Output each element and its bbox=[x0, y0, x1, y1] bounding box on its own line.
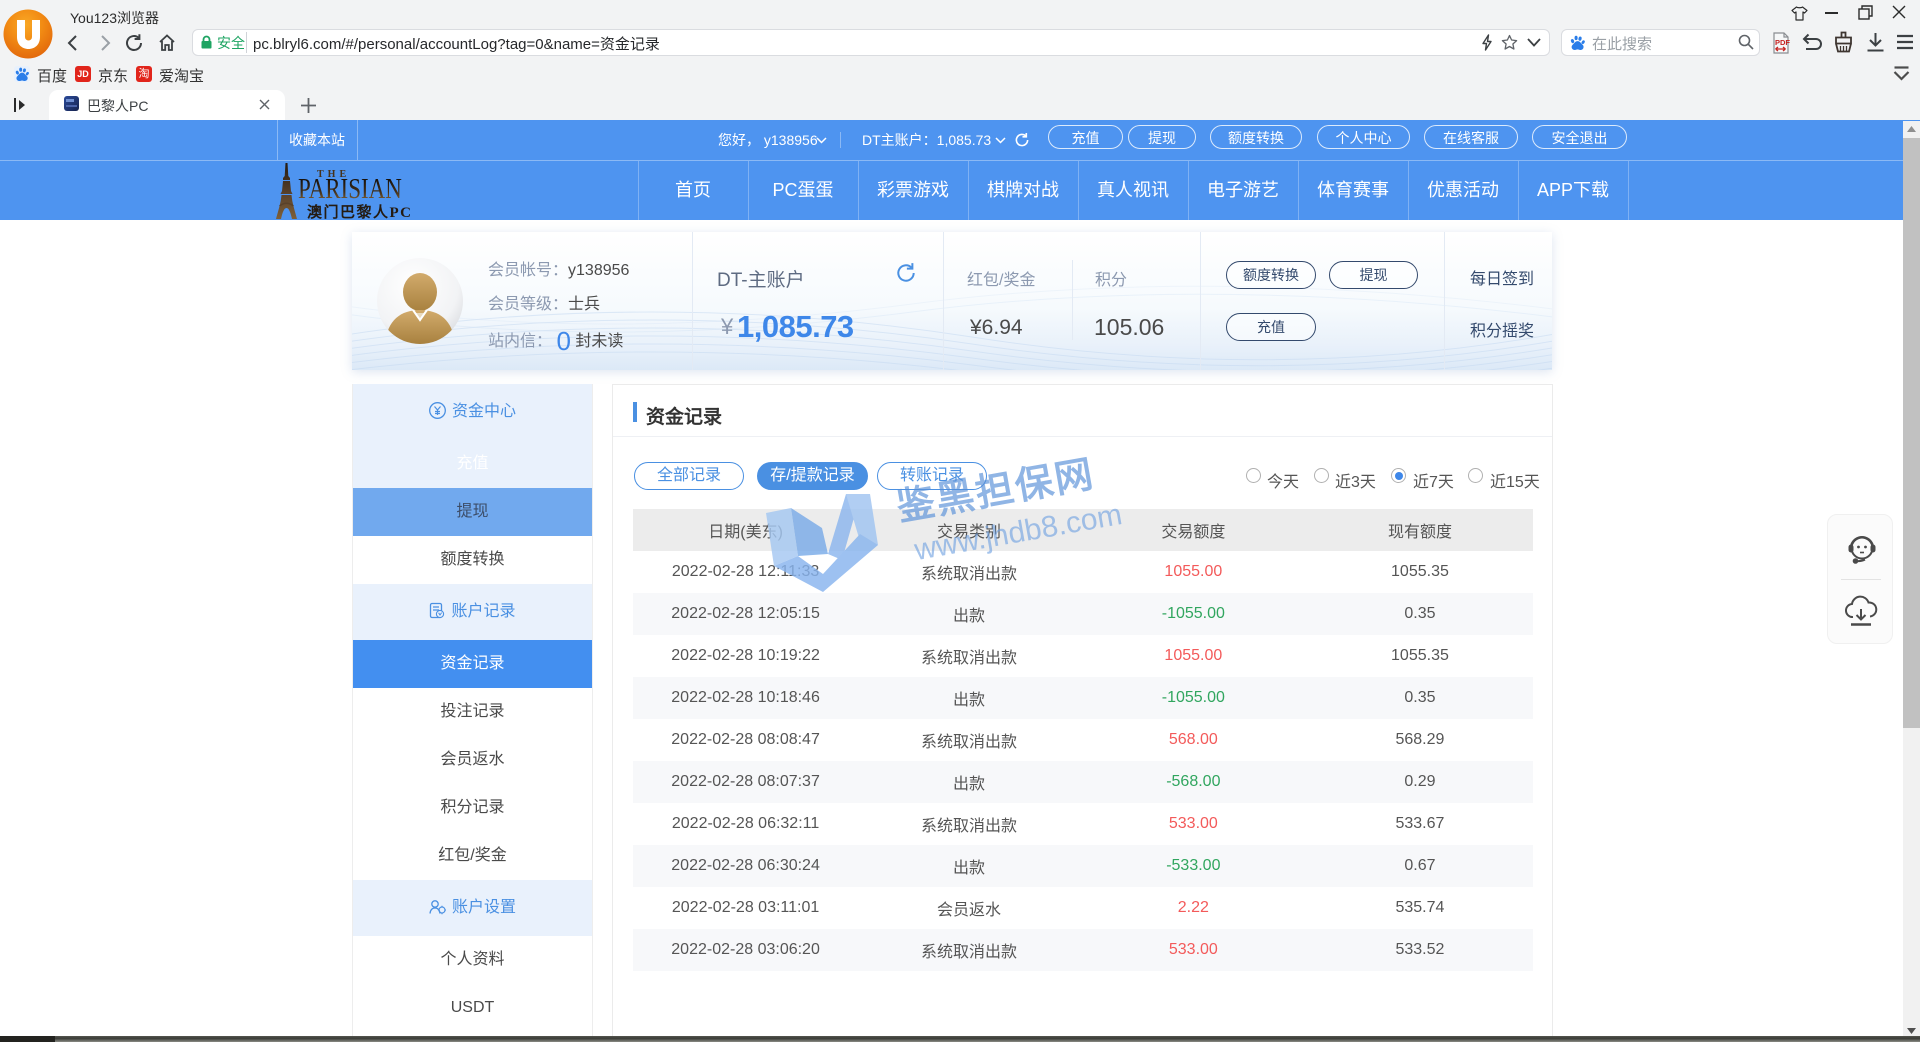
svg-text:PDF: PDF bbox=[1775, 38, 1790, 47]
